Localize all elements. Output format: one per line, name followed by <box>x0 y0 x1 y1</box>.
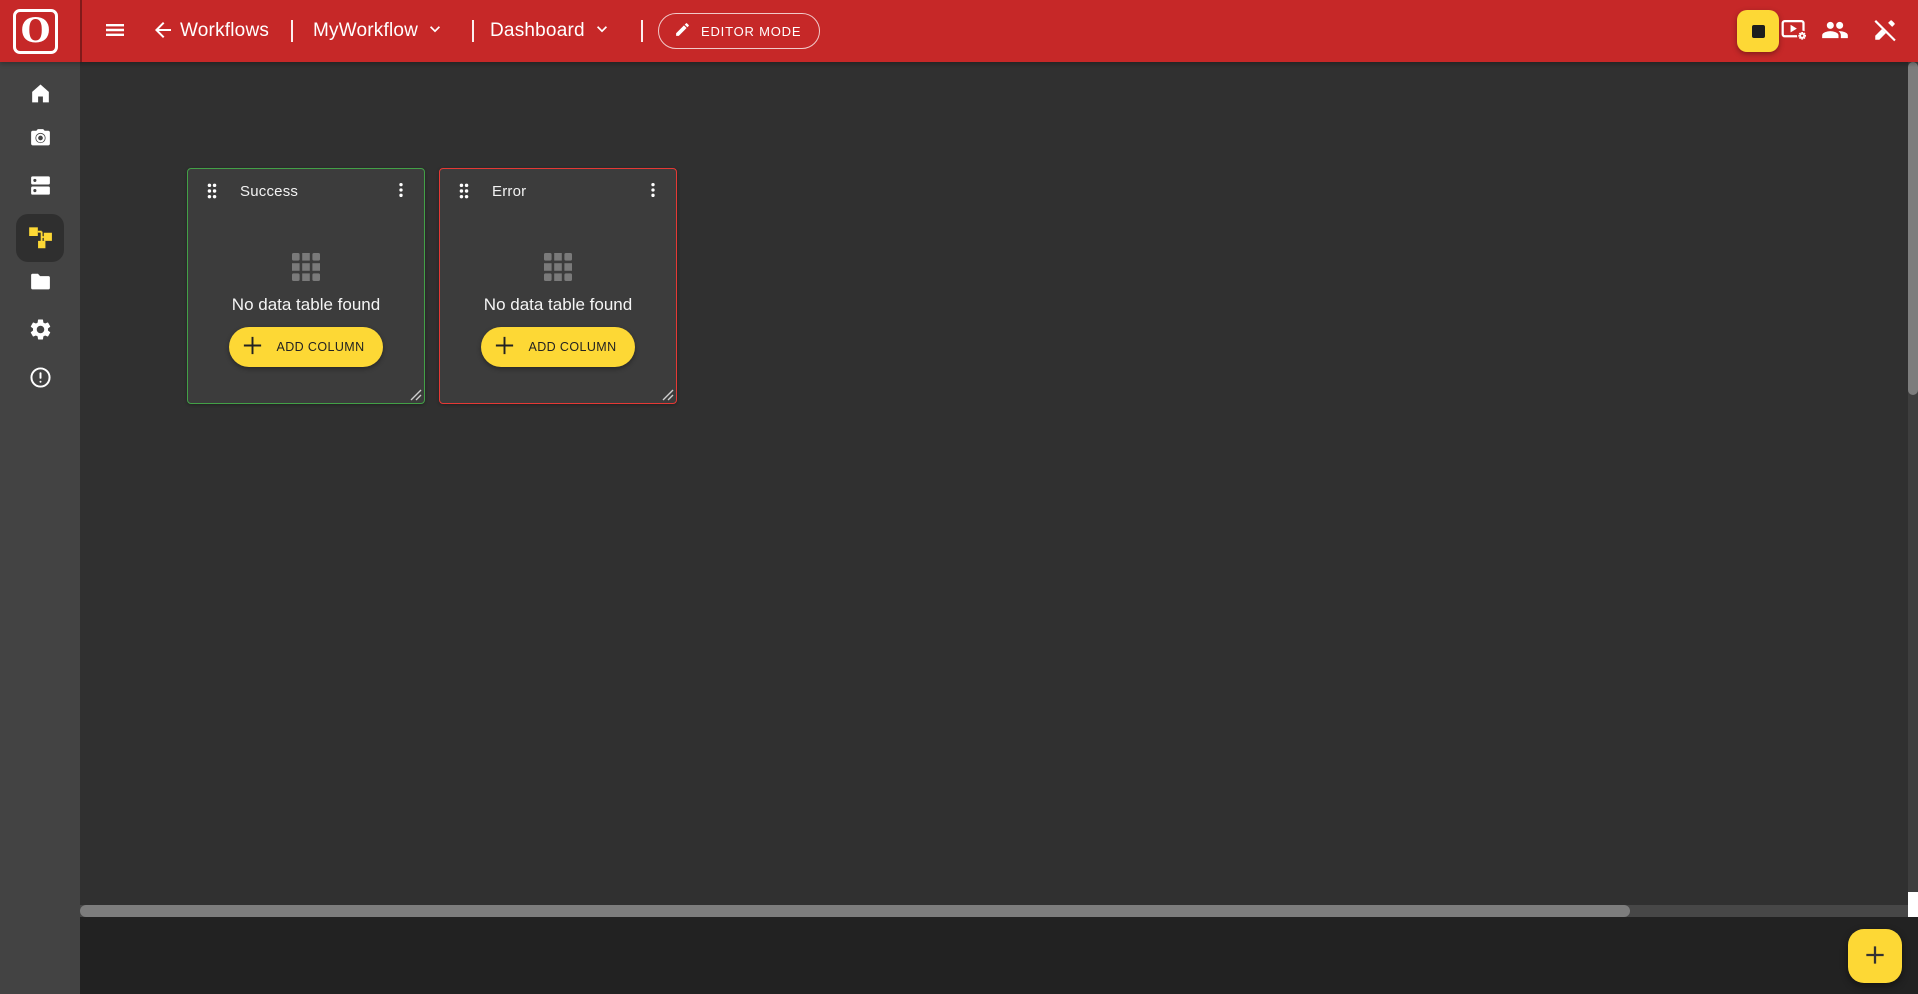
card-header: Success <box>188 169 424 213</box>
chevron-down-icon <box>425 19 445 45</box>
video-settings-icon <box>1781 17 1808 45</box>
editor-mode-label: EDITOR MODE <box>701 24 801 39</box>
plus-icon <box>241 334 264 360</box>
workflow-selector[interactable]: MyWorkflow <box>313 0 445 62</box>
sidebar <box>0 62 80 994</box>
sidebar-item-dns[interactable] <box>16 164 64 212</box>
scrollbar-corner <box>1908 892 1918 917</box>
stop-button[interactable] <box>1737 10 1779 52</box>
add-column-button[interactable]: ADD COLUMN <box>481 327 634 367</box>
sidebar-item-camera[interactable] <box>16 116 64 164</box>
drag-handle-icon[interactable] <box>201 180 223 202</box>
sidebar-item-workflows[interactable] <box>16 214 64 262</box>
sidebar-item-settings[interactable] <box>16 308 64 356</box>
breadcrumb-separator <box>641 20 643 42</box>
widget-card-success: Success No data ta <box>187 168 425 404</box>
sidebar-item-folder[interactable] <box>16 260 64 308</box>
card-body: No data table found ADD COLUMN <box>440 213 676 367</box>
empty-state-text: No data table found <box>484 295 632 315</box>
breadcrumb-separator <box>291 20 293 42</box>
logo-letter: O <box>21 14 51 48</box>
drag-handle-icon[interactable] <box>453 180 475 202</box>
pencil-icon <box>674 21 691 41</box>
vertical-scrollbar-thumb[interactable] <box>1908 62 1918 395</box>
users-button[interactable] <box>1820 16 1850 46</box>
add-widget-fab[interactable] <box>1848 929 1902 983</box>
editor-mode-button[interactable]: EDITOR MODE <box>658 13 820 49</box>
users-icon <box>1821 16 1849 47</box>
card-header: Error <box>440 169 676 213</box>
add-column-label: ADD COLUMN <box>528 340 616 354</box>
resize-handle[interactable] <box>409 388 422 401</box>
breadcrumb-section-label: Workflows <box>180 20 269 42</box>
add-column-button[interactable]: ADD COLUMN <box>229 327 382 367</box>
stop-icon <box>1752 25 1765 38</box>
resize-handle[interactable] <box>661 388 674 401</box>
data-table-grid-icon <box>544 253 572 286</box>
hamburger-menu-icon <box>103 18 127 45</box>
workflow-schema-icon <box>27 223 53 254</box>
edit-off-button[interactable] <box>1870 16 1900 46</box>
card-title: Success <box>240 183 298 200</box>
add-column-label: ADD COLUMN <box>276 340 364 354</box>
edit-off-icon <box>1872 17 1898 46</box>
home-icon <box>28 81 53 111</box>
plus-icon <box>493 334 516 360</box>
app-header: O Workflows MyWorkflow Dashboard <box>0 0 1918 62</box>
error-alert-icon <box>28 365 53 395</box>
kebab-menu-icon <box>643 180 663 203</box>
arrow-back-icon <box>151 18 175 45</box>
view-name-label: Dashboard <box>490 20 585 42</box>
app-logo: O <box>13 9 58 54</box>
chevron-down-icon <box>592 19 612 45</box>
folder-icon <box>28 269 53 299</box>
breadcrumb-section[interactable]: Workflows <box>180 0 269 62</box>
card-body: No data table found ADD COLUMN <box>188 213 424 367</box>
app-window: O Workflows MyWorkflow Dashboard <box>0 0 1918 994</box>
plus-icon <box>1862 942 1888 971</box>
breadcrumb-separator <box>472 20 474 42</box>
back-button[interactable] <box>149 17 177 45</box>
card-title: Error <box>492 183 526 200</box>
camera-icon <box>28 125 53 155</box>
dns-list-icon <box>28 173 53 203</box>
empty-state-text: No data table found <box>232 295 380 315</box>
kebab-menu-icon <box>391 180 411 203</box>
header-divider <box>80 0 82 62</box>
widget-card-error: Error No data tabl <box>439 168 677 404</box>
settings-gear-icon <box>28 317 53 347</box>
card-menu-button[interactable] <box>641 179 665 203</box>
dashboard-canvas: Success No data ta <box>80 62 1908 917</box>
video-settings-button[interactable] <box>1779 16 1809 46</box>
horizontal-scrollbar-thumb[interactable] <box>80 905 1630 917</box>
sidebar-item-home[interactable] <box>16 72 64 120</box>
data-table-grid-icon <box>292 253 320 286</box>
bottom-bar <box>80 917 1918 994</box>
sidebar-item-alerts[interactable] <box>16 356 64 404</box>
dashboard-selector[interactable]: Dashboard <box>490 0 612 62</box>
hamburger-menu-button[interactable] <box>101 17 129 45</box>
workflow-name-label: MyWorkflow <box>313 20 418 42</box>
card-menu-button[interactable] <box>389 179 413 203</box>
